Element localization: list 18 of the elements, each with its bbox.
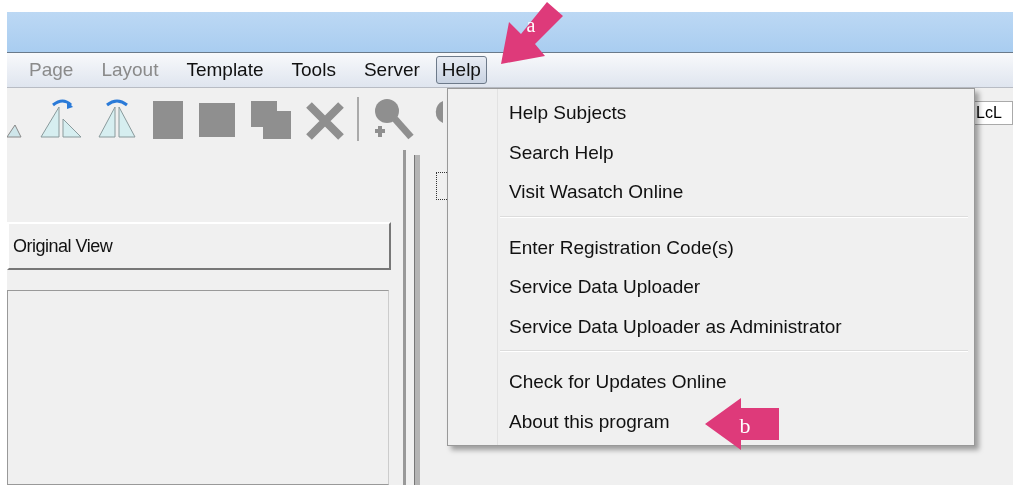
menu-item[interactable]: Service Data Uploader [509, 267, 701, 307]
menu-item[interactable]: Template [174, 56, 276, 84]
splitter-handle[interactable] [414, 155, 420, 485]
original-view-button[interactable]: Original View [7, 222, 391, 270]
callout-arrow: a [499, 0, 565, 66]
menu-item[interactable]: Service Data Uploader as Administrator [509, 306, 842, 346]
menu-item[interactable]: Help [435, 56, 487, 84]
menu-item[interactable]: Search Help [509, 132, 614, 172]
menu-item[interactable]: Visit Wasatch Online [509, 172, 684, 212]
flip-arrow-icon[interactable] [39, 97, 83, 141]
menu-item[interactable]: Enter Registration Code(s) [509, 227, 734, 267]
callout-arrow: b [705, 396, 781, 452]
flip-arrow-icon[interactable] [95, 97, 139, 141]
menu-item[interactable]: Tools [279, 56, 348, 84]
text-field[interactable]: LcL [973, 101, 1013, 125]
menu-item[interactable]: Server [351, 56, 432, 84]
menu-item[interactable]: Help Subjects [509, 93, 627, 133]
menu-item[interactable]: About this program [509, 401, 670, 441]
